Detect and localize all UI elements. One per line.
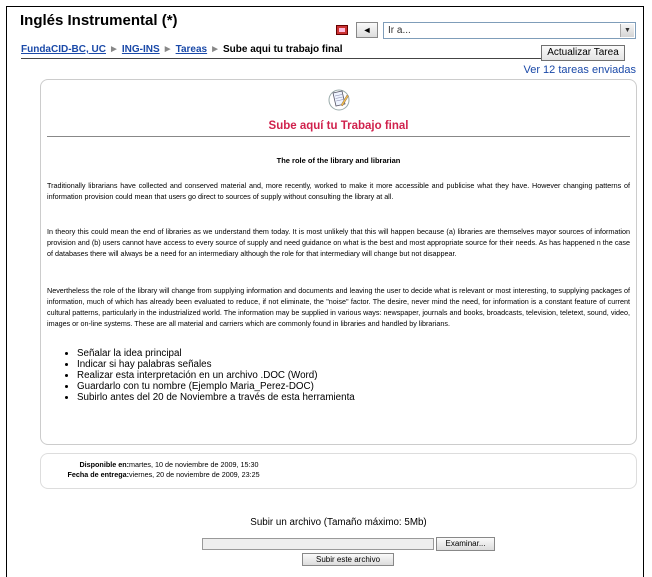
due-label: Fecha de entrega:: [67, 470, 129, 479]
breadcrumb: FundaCID-BC, UC ► ING-INS ► Tareas ► Sube aqui…: [21, 44, 342, 55]
list-item: Señalar la idea principal: [77, 348, 355, 359]
due-date-row: Fecha de entrega:viernes, 20 de noviembr…: [47, 470, 260, 479]
upload-file-button[interactable]: Subir este archivo: [302, 553, 394, 566]
available-value: martes, 10 de noviembre de 2009, 15:30: [129, 460, 259, 469]
breadcrumb-link-assignments[interactable]: Tareas: [176, 44, 208, 55]
breadcrumb-separator: ►: [210, 44, 221, 55]
due-value: viernes, 20 de noviembre de 2009, 23:25: [129, 470, 260, 479]
breadcrumb-link-course[interactable]: ING-INS: [122, 44, 160, 55]
previous-activity-button[interactable]: ◄: [356, 22, 378, 38]
view-submissions-link[interactable]: Ver 12 tareas enviadas: [523, 64, 636, 76]
list-item: Guardarlo con tu nombre (Ejemplo Maria_P…: [77, 381, 355, 392]
jump-to-select[interactable]: Ir a... ▼: [383, 22, 636, 39]
file-input[interactable]: [202, 538, 434, 550]
available-date-row: Disponible en:martes, 10 de noviembre de…: [47, 460, 258, 469]
breadcrumb-current: Sube aqui tu trabajo final: [223, 44, 343, 55]
chevron-down-icon[interactable]: ▼: [620, 24, 634, 37]
available-label: Disponible en:: [79, 460, 129, 469]
document-title: The role of the library and librarian: [276, 156, 401, 165]
description-paragraph: Nevertheless the role of the library wil…: [47, 286, 630, 328]
browse-button[interactable]: Examinar...: [436, 537, 495, 551]
instruction-list: Señalar la idea principal Indicar si hay…: [65, 348, 355, 403]
description-paragraph: In theory this could mean the end of lib…: [47, 227, 630, 258]
description-paragraph: Traditionally librarians have collected …: [47, 181, 630, 201]
list-item: Realizar esta interpretación en un archi…: [77, 370, 355, 381]
list-item: Subirlo antes del 20 de Noviembre a trav…: [77, 392, 355, 403]
assignment-heading: Sube aquí tu Trabajo final: [268, 120, 409, 132]
list-item: Indicar si hay palabras señales: [77, 359, 355, 370]
jump-to-value: Ir a...: [388, 25, 411, 36]
breadcrumb-separator: ►: [109, 44, 119, 55]
breadcrumb-link-site[interactable]: FundaCID-BC, UC: [21, 44, 106, 55]
update-assignment-button[interactable]: Actualizar Tarea: [541, 45, 625, 61]
breadcrumb-separator: ►: [162, 44, 173, 55]
breadcrumb-divider: [21, 58, 541, 59]
page-icon[interactable]: [336, 25, 348, 35]
upload-label: Subir un archivo (Tamaño máximo: 5Mb): [250, 517, 427, 528]
heading-divider: [47, 136, 630, 137]
course-title: Inglés Instrumental (*): [20, 12, 178, 29]
assignment-document-icon: [328, 89, 350, 111]
